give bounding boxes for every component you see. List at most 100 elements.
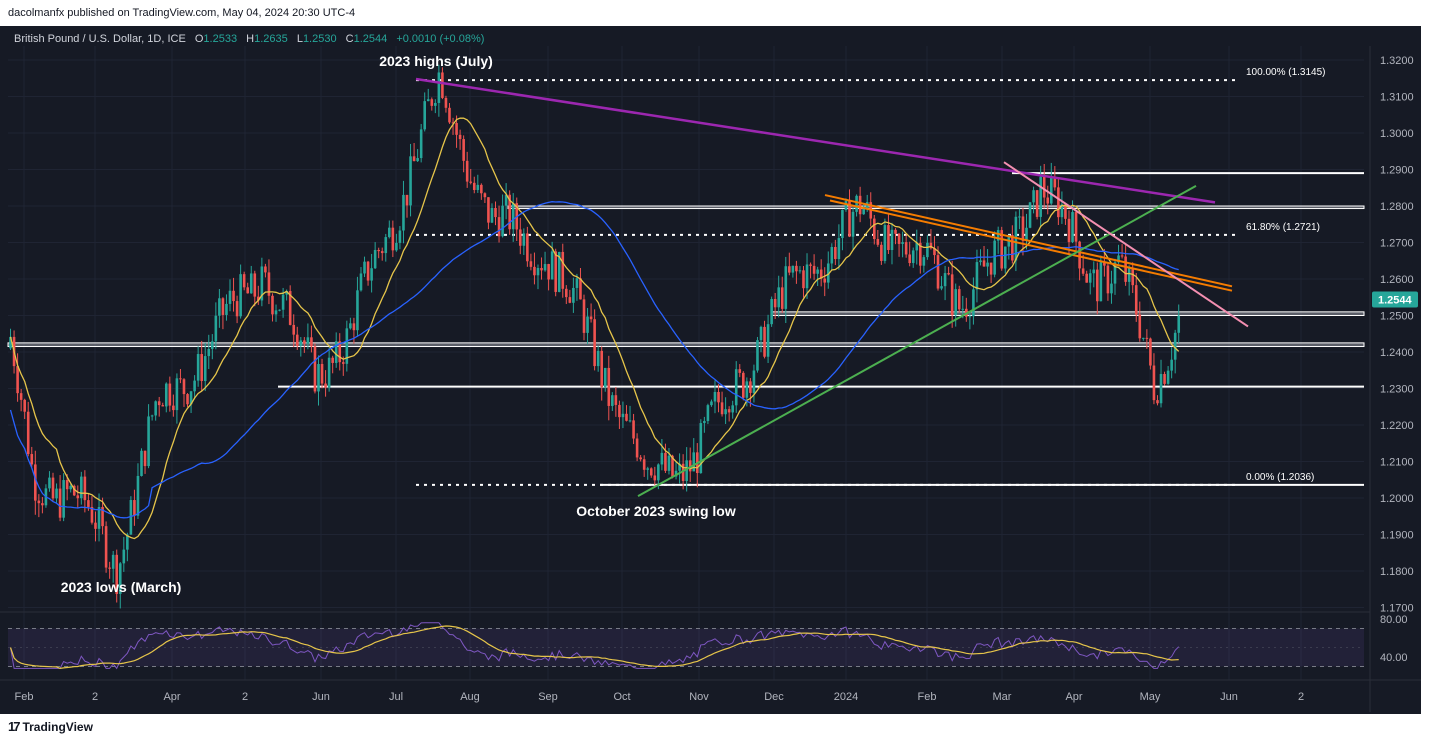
candle-body [989, 262, 993, 275]
right-edge [1421, 26, 1429, 714]
candle-body [614, 395, 618, 405]
candle-body [841, 210, 844, 239]
candle-body [1085, 273, 1088, 283]
candle-body [911, 250, 915, 264]
candle-body [228, 290, 232, 304]
candle-body [798, 270, 802, 272]
annotations-layer: 2023 highs (July) October 2023 swing low 2… [61, 53, 736, 595]
candle-body [1124, 256, 1127, 282]
candle-body [1142, 337, 1145, 339]
candle-body [897, 233, 901, 244]
candle-body [448, 107, 451, 123]
candle-body [221, 298, 225, 315]
last-price-label: 1.2544 [1378, 294, 1413, 306]
candle-body [186, 394, 189, 405]
price-chart[interactable]: 100.00% (1.3145) 61.80% (1.2721) 0.00% (1.… [0, 26, 1421, 714]
candle-body [603, 367, 607, 388]
candle-body [377, 249, 380, 252]
candle-body [770, 299, 773, 325]
candle-body [76, 495, 80, 499]
candle-body [147, 416, 150, 467]
candle-body [313, 346, 317, 392]
candle-body [1035, 190, 1039, 217]
footer-bar: 17 TradingView [0, 714, 1429, 739]
candle-body [398, 230, 402, 243]
candle-body [550, 251, 554, 280]
x-tick-label: May [1140, 691, 1161, 703]
candle-body [1088, 273, 1092, 283]
candle-body [168, 383, 172, 406]
x-tick-label: Mar [993, 691, 1012, 703]
candle-body [218, 298, 221, 316]
candle-body [1170, 359, 1173, 371]
candle-body [1081, 268, 1085, 274]
candle-body [225, 303, 228, 315]
candle-body [947, 273, 950, 275]
candle-body [975, 262, 979, 290]
candle-body [232, 290, 235, 302]
candle-body [356, 290, 359, 331]
candle-body [430, 99, 434, 106]
y-tick-label: 1.2600 [1380, 274, 1414, 286]
candle-body [164, 383, 168, 407]
candle-body [1042, 176, 1046, 198]
candle-body [901, 242, 904, 244]
candle-body [1106, 265, 1110, 294]
candle-body [887, 225, 890, 251]
candle-body [1145, 337, 1149, 339]
candle-body [384, 237, 388, 254]
candle-body [434, 102, 437, 106]
candle-body [621, 413, 625, 418]
candle-body [1028, 202, 1032, 228]
candle-body [203, 356, 207, 382]
candle-body [1134, 285, 1138, 315]
candle-body [214, 315, 218, 342]
candle-body [480, 184, 483, 194]
candle-body [423, 101, 427, 130]
y-tick-label: 1.1700 [1380, 603, 1414, 615]
candle-body [26, 411, 30, 455]
candle-body [1166, 370, 1170, 384]
candle-body [1099, 262, 1103, 302]
annotation-october-swing-low: October 2023 swing low [576, 503, 736, 519]
candle-body [494, 207, 497, 218]
candle-body [359, 273, 363, 291]
annotation-2023-highs: 2023 highs (July) [379, 53, 493, 69]
candle-body [692, 452, 696, 472]
candle-body [37, 500, 41, 504]
candle-body [154, 401, 157, 416]
candle-body [349, 323, 352, 329]
candle-body [972, 289, 975, 317]
candle-body [172, 405, 175, 411]
candle-body [936, 255, 940, 289]
candle-body [140, 450, 143, 476]
x-tick-label: Feb [918, 691, 937, 703]
candle-body [19, 393, 23, 400]
x-tick-label: Aug [460, 691, 480, 703]
candle-body [1021, 216, 1025, 241]
candle-body [1046, 197, 1050, 204]
candle-body [625, 413, 628, 421]
candle-body [455, 123, 458, 135]
candle-body [756, 340, 759, 371]
candle-body [589, 316, 593, 320]
support-zone-12510 [770, 311, 1365, 317]
candle-body [703, 420, 706, 424]
y-tick-label: 1.2100 [1380, 457, 1414, 469]
rsi-tick-label: 40.00 [1380, 652, 1408, 664]
candle-body [1159, 373, 1163, 404]
x-tick-label: Nov [689, 691, 709, 703]
candle-body [788, 266, 791, 273]
candle-body [993, 240, 996, 275]
candle-body [281, 294, 285, 310]
chart-area[interactable]: 100.00% (1.3145) 61.80% (1.2721) 0.00% (1.… [0, 26, 1421, 714]
candle-body [812, 265, 816, 274]
candle-body [529, 261, 533, 267]
candle-body [876, 239, 880, 245]
y-tick-label: 1.2200 [1380, 420, 1414, 432]
candle-body [274, 310, 278, 315]
candle-body [894, 229, 897, 234]
candle-body [543, 264, 547, 271]
y-tick-label: 1.3100 [1380, 92, 1414, 104]
candle-body [642, 459, 646, 470]
